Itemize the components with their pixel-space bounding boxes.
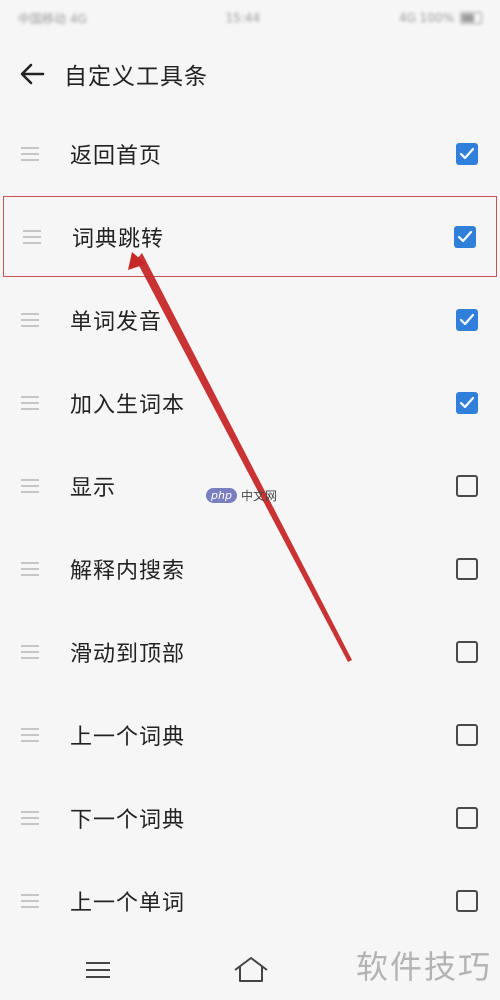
drag-handle-icon[interactable] — [0, 693, 70, 776]
watermark: php 中文网 — [206, 487, 277, 504]
list-item-label: 加入生词本 — [70, 392, 186, 418]
list-item[interactable]: 词典跳转 — [2, 195, 498, 278]
list-item[interactable]: 下一个词典 — [0, 776, 500, 859]
list-item[interactable]: 解释内搜索 — [0, 527, 500, 610]
drag-handle-icon[interactable] — [0, 859, 70, 942]
list-item[interactable]: 单词发音 — [0, 278, 500, 361]
list-item[interactable]: 加入生词本 — [0, 361, 500, 444]
checkbox-unchecked[interactable] — [456, 723, 478, 746]
status-right-text: 4G 100% — [398, 11, 454, 25]
carrier-text: 中国移动 4G — [18, 11, 87, 26]
checkbox-unchecked[interactable] — [456, 640, 478, 663]
list-item-label: 上一个单词 — [70, 890, 186, 916]
drag-handle-icon[interactable] — [0, 195, 72, 278]
toolbar-item-list: 返回首页词典跳转单词发音加入生词本显示解释内搜索滑动到顶部上一个词典下一个词典上… — [0, 112, 500, 942]
page-title: 自定义工具条 — [64, 64, 208, 90]
arrow-left-icon — [20, 63, 45, 85]
status-bar: 中国移动 4G 15:44 4G 100% — [0, 0, 500, 36]
checkbox-unchecked[interactable] — [456, 557, 478, 580]
watermark-badge: php — [206, 488, 237, 503]
corner-logo: 软件技巧 — [356, 948, 493, 986]
checkmark-icon — [459, 313, 475, 325]
list-item[interactable]: 上一个词典 — [0, 693, 500, 776]
checkbox-checked[interactable] — [456, 308, 478, 331]
app-header: 自定义工具条 — [0, 42, 500, 106]
list-item-label: 上一个词典 — [70, 724, 186, 750]
checkbox-checked[interactable] — [456, 391, 478, 414]
checkbox-checked[interactable] — [454, 225, 476, 248]
checkbox-unchecked[interactable] — [456, 474, 478, 497]
checkbox-checked[interactable] — [456, 142, 478, 165]
back-button[interactable] — [0, 42, 64, 106]
checkmark-icon — [459, 396, 475, 408]
checkbox-unchecked[interactable] — [456, 889, 478, 912]
drag-handle-icon[interactable] — [0, 776, 70, 859]
status-right: 4G 100% — [399, 11, 482, 25]
list-item-label: 滑动到顶部 — [70, 641, 186, 667]
drag-handle-icon[interactable] — [0, 278, 70, 361]
drag-handle-icon[interactable] — [0, 610, 70, 693]
home-icon[interactable] — [232, 954, 270, 986]
drag-handle-icon[interactable] — [0, 361, 70, 444]
menu-icon[interactable] — [84, 960, 112, 980]
checkmark-icon — [457, 230, 473, 242]
drag-handle-icon[interactable] — [0, 527, 70, 610]
battery-icon — [460, 12, 482, 24]
checkbox-unchecked[interactable] — [456, 806, 478, 829]
list-item[interactable]: 显示 — [0, 444, 500, 527]
checkmark-icon — [459, 147, 475, 159]
drag-handle-icon[interactable] — [0, 444, 70, 527]
list-item-label: 返回首页 — [70, 143, 163, 169]
list-item-label: 单词发音 — [70, 309, 163, 335]
list-item-label: 下一个词典 — [70, 807, 186, 833]
list-item[interactable]: 滑动到顶部 — [0, 610, 500, 693]
status-time: 15:44 — [225, 11, 261, 25]
status-left: 中国移动 4G — [18, 10, 87, 27]
list-item-label: 解释内搜索 — [70, 558, 186, 584]
watermark-text: 中文网 — [240, 489, 277, 503]
list-item[interactable]: 返回首页 — [0, 112, 500, 195]
list-item-label: 词典跳转 — [72, 226, 165, 252]
list-item[interactable]: 上一个单词 — [0, 859, 500, 942]
drag-handle-icon[interactable] — [0, 112, 70, 195]
